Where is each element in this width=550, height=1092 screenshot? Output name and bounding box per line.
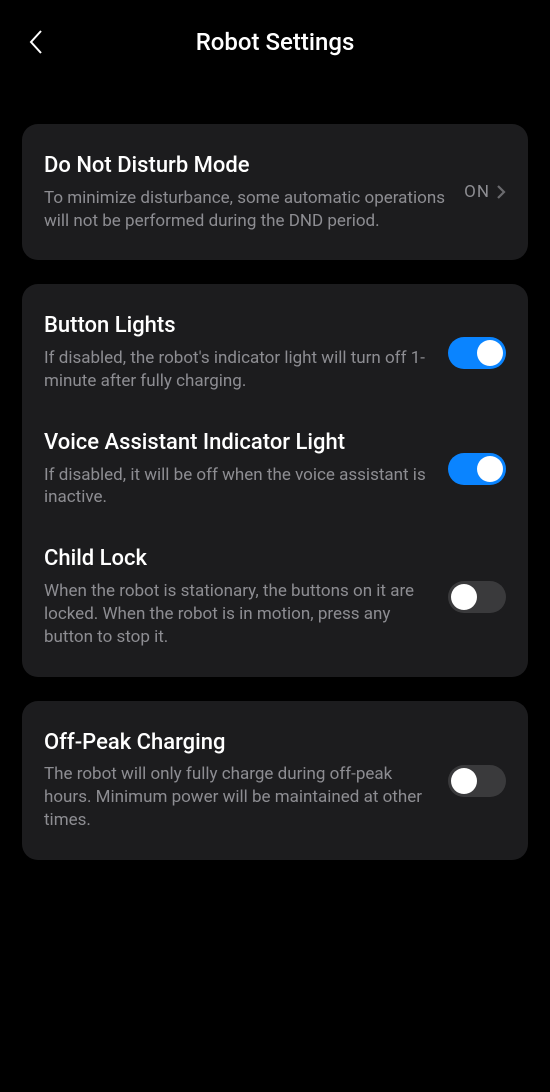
setting-desc: When the robot is stationary, the button… [44,580,434,649]
setting-control [448,453,506,485]
setting-value: ON [464,182,490,202]
setting-title: Voice Assistant Indicator Light [44,429,434,458]
toggle-knob [477,340,503,366]
chevron-right-icon [496,184,506,200]
toggle-off-peak-charging[interactable] [448,765,506,797]
setting-desc: If disabled, it will be off when the voi… [44,464,434,510]
setting-button-lights: Button Lights If disabled, the robot's i… [44,312,506,392]
header: Robot Settings [0,0,550,76]
setting-title: Off-Peak Charging [44,729,434,758]
setting-voice-assistant-light: Voice Assistant Indicator Light If disab… [44,429,506,509]
setting-control [448,765,506,797]
setting-text: Child Lock When the robot is stationary,… [44,545,434,648]
setting-control [448,337,506,369]
setting-text: Off-Peak Charging The robot will only fu… [44,729,434,832]
settings-group-dnd: Do Not Disturb Mode To minimize disturba… [22,124,528,260]
chevron-left-icon [27,28,45,56]
toggle-voice-assistant-light[interactable] [448,453,506,485]
setting-dnd[interactable]: Do Not Disturb Mode To minimize disturba… [44,152,506,232]
toggle-child-lock[interactable] [448,581,506,613]
setting-control [448,581,506,613]
setting-title: Do Not Disturb Mode [44,152,450,181]
setting-title: Child Lock [44,545,434,574]
setting-desc: To minimize disturbance, some automatic … [44,187,450,233]
toggle-knob [451,584,477,610]
back-button[interactable] [24,30,48,54]
settings-group-lights: Button Lights If disabled, the robot's i… [22,284,528,676]
setting-child-lock: Child Lock When the robot is stationary,… [44,545,506,648]
toggle-knob [451,768,477,794]
toggle-button-lights[interactable] [448,337,506,369]
setting-text: Do Not Disturb Mode To minimize disturba… [44,152,450,232]
setting-off-peak-charging: Off-Peak Charging The robot will only fu… [44,729,506,832]
setting-desc: The robot will only fully charge during … [44,763,434,832]
page-title: Robot Settings [20,28,530,56]
setting-desc: If disabled, the robot's indicator light… [44,347,434,393]
setting-nav-control: ON [464,182,506,202]
settings-content: Do Not Disturb Mode To minimize disturba… [0,76,550,860]
setting-text: Voice Assistant Indicator Light If disab… [44,429,434,509]
setting-title: Button Lights [44,312,434,341]
setting-text: Button Lights If disabled, the robot's i… [44,312,434,392]
settings-group-charging: Off-Peak Charging The robot will only fu… [22,701,528,860]
toggle-knob [477,456,503,482]
